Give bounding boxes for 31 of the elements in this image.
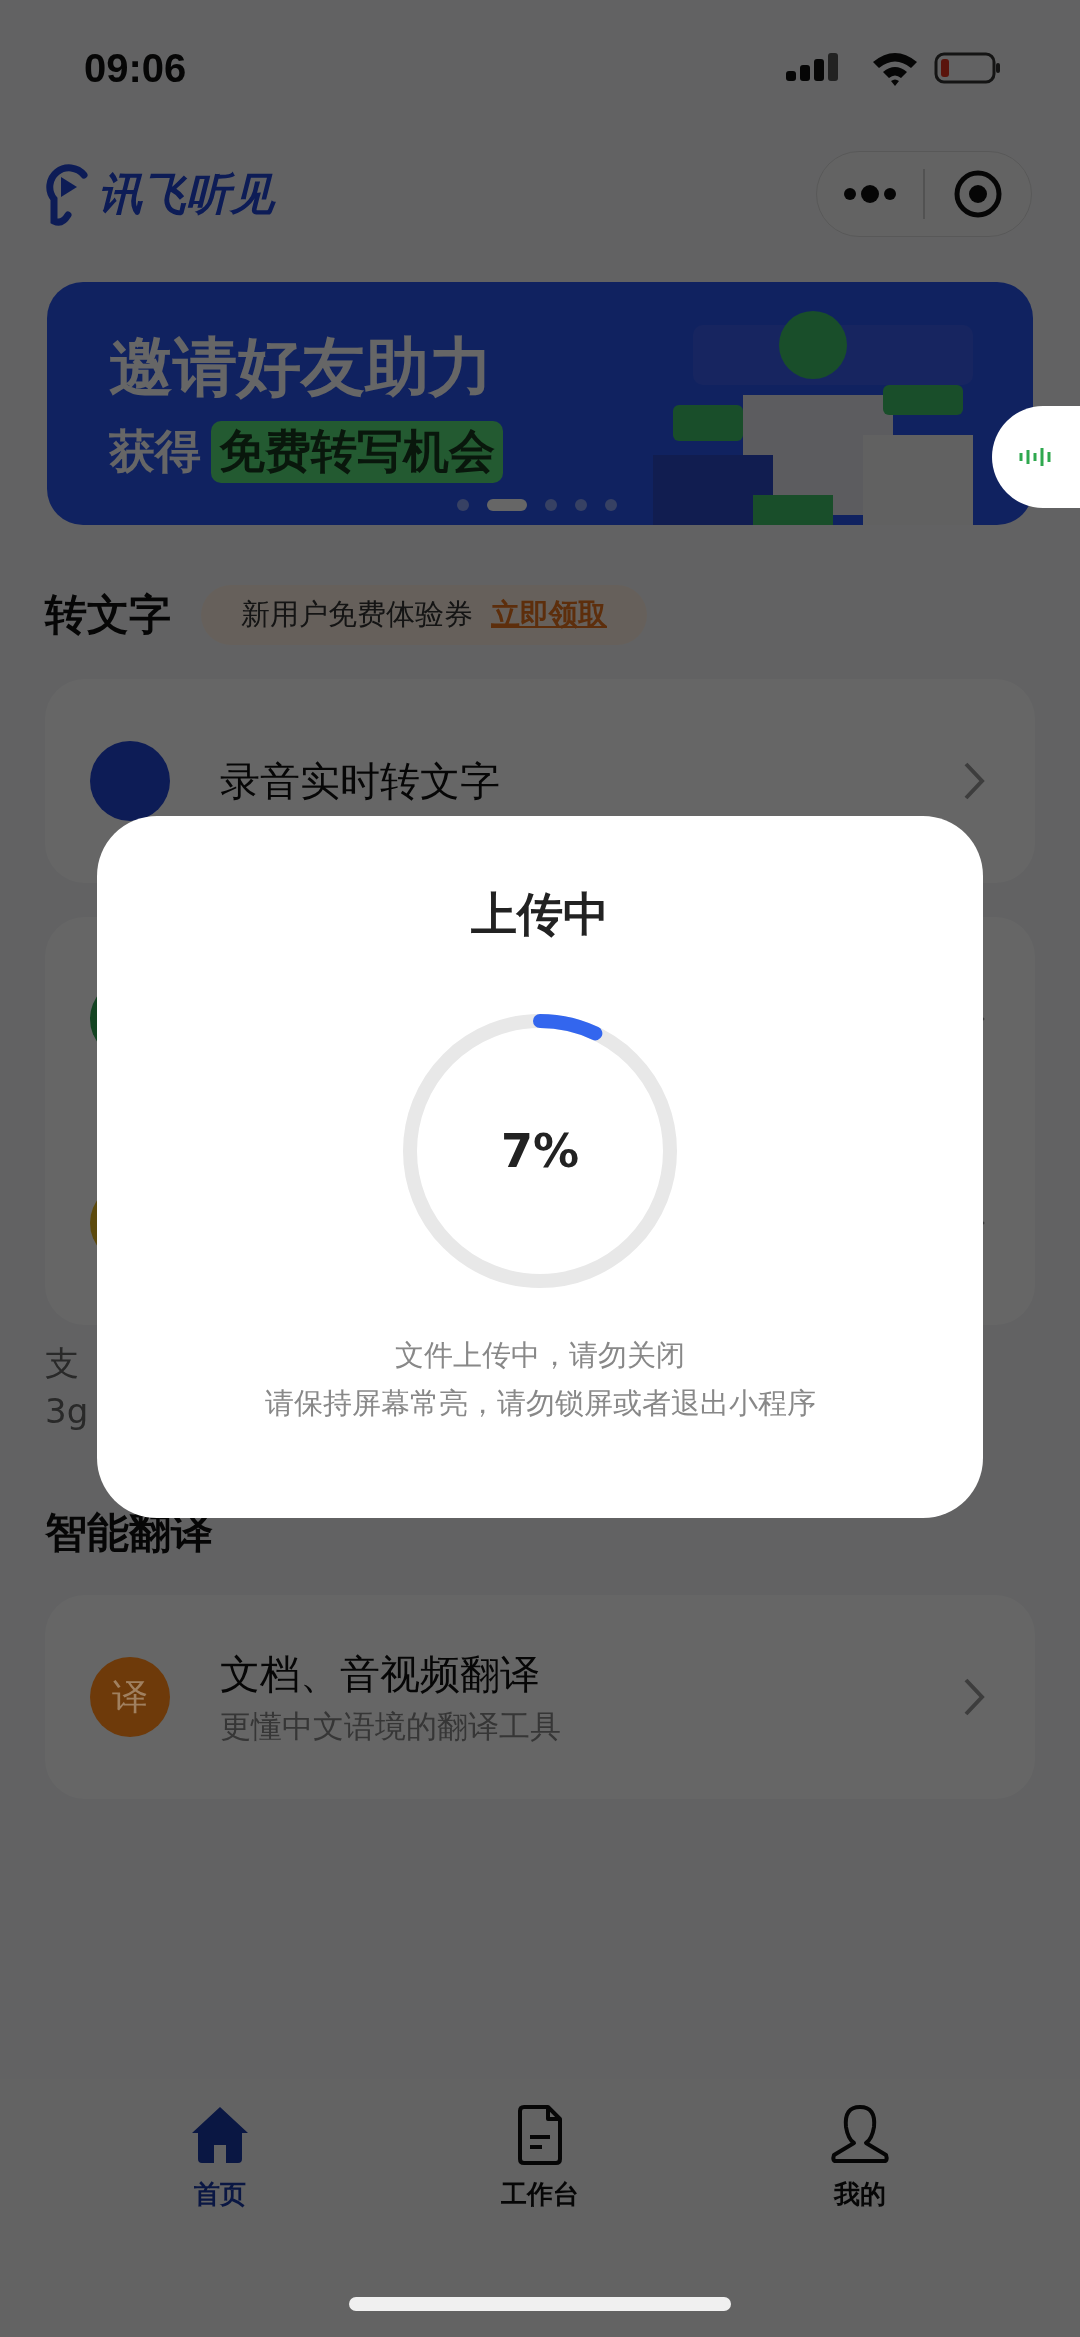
logo-text: 讯飞听见	[98, 166, 274, 221]
dialog-message: 请保持屏幕常亮，请勿锁屏或者退出小程序	[264, 1385, 816, 1422]
more-dots-icon	[842, 184, 898, 204]
tab-item[interactable]: 我的	[780, 2103, 940, 2212]
coupon-text: 新用户免费体验券	[241, 596, 473, 633]
battery-icon	[934, 51, 1000, 85]
status-time: 09:06	[84, 45, 187, 91]
chevron-right-icon	[963, 761, 985, 801]
carousel-dot[interactable]	[605, 499, 617, 511]
banner-subline: 获得	[109, 423, 201, 480]
claim-link[interactable]: 立即领取	[491, 595, 607, 635]
banner-highlight: 免费转写机会	[211, 421, 503, 483]
banner-headline: 邀请好友助力	[109, 329, 494, 406]
translate-icon: 译	[90, 1657, 170, 1737]
section-title: 转文字	[45, 589, 171, 641]
carousel-dot[interactable]	[575, 499, 587, 511]
format-note-text: 支	[45, 1342, 79, 1385]
tab-item[interactable]: 工作台	[460, 2103, 620, 2212]
tab-item[interactable]: 首页	[140, 2103, 300, 2212]
sound-wave-icon	[1019, 446, 1053, 468]
promo-banner[interactable]: 邀请好友助力 获得 免费转写机会	[47, 282, 1033, 525]
carousel-dot[interactable]	[457, 499, 469, 511]
progress-percent: 7%	[500, 1124, 580, 1178]
chevron-right-icon	[963, 1677, 985, 1717]
dialog-message: 文件上传中，请勿关闭	[395, 1337, 685, 1374]
dialog-title: 上传中	[471, 886, 609, 943]
format-note-text: 3g	[45, 1390, 89, 1433]
feature-title: 录音实时转文字	[220, 756, 501, 806]
carousel-dot[interactable]	[545, 499, 557, 511]
feature-title: 文档、音视频翻译	[220, 1649, 541, 1699]
target-circle-icon	[953, 169, 1003, 219]
